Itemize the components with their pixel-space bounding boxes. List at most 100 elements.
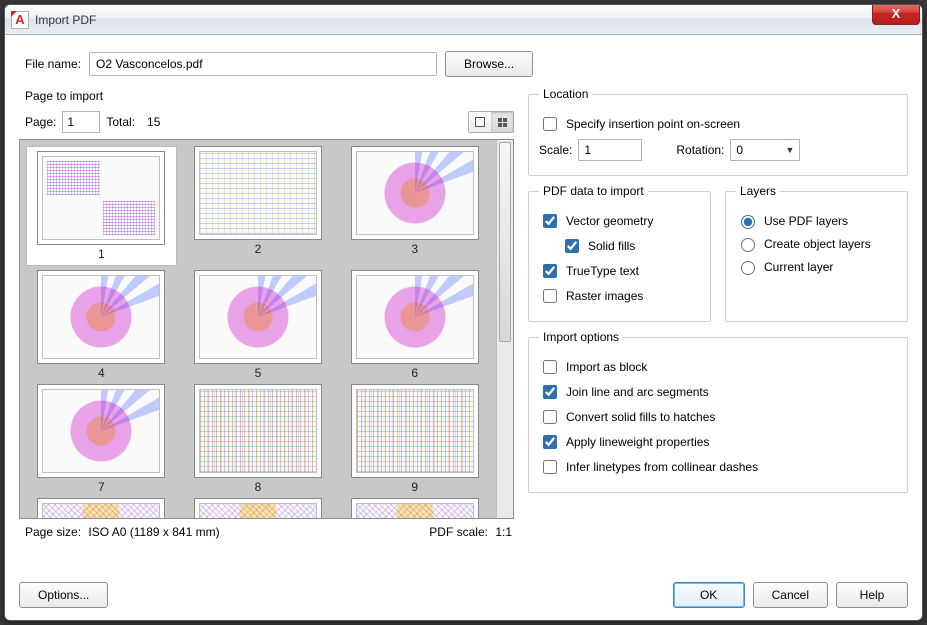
thumb-cell[interactable]: 9 [339,384,490,494]
page-footer: Page size: ISO A0 (1189 x 841 mm) PDF sc… [25,525,512,539]
raster-images-label: Raster images [566,289,643,303]
options-button[interactable]: Options... [19,582,108,608]
thumb-number: 1 [31,247,172,261]
thumb-cell[interactable] [183,498,334,519]
infer-linetypes-checkbox[interactable]: Infer linetypes from collinear dashes [539,457,897,477]
thumb-cell[interactable] [339,498,490,519]
thumb-number: 7 [26,480,177,494]
page-thumbnail [194,270,322,364]
cancel-button[interactable]: Cancel [753,582,828,608]
page-thumbnail [194,498,322,519]
help-button[interactable]: Help [836,582,908,608]
apply-lineweight-checkbox[interactable]: Apply lineweight properties [539,432,897,452]
thumb-number: 9 [339,480,490,494]
page-thumbnail [351,146,479,240]
rotation-combo[interactable]: 0 ▼ [730,139,800,161]
pdf-data-group: PDF data to import Vector geometry Solid… [528,184,711,322]
page-thumbnail [37,151,165,245]
total-label: Total: [106,115,135,129]
file-name-input[interactable] [89,52,437,76]
convert-solid-fills-label: Convert solid fills to hatches [566,410,715,424]
thumb-number: 6 [339,366,490,380]
thumbnail-scrollbar[interactable] [496,140,513,518]
apply-lineweight-label: Apply lineweight properties [566,435,709,449]
solid-fills-checkbox[interactable]: Solid fills [561,236,700,256]
thumb-cell[interactable]: 4 [26,270,177,380]
create-object-layers-label: Create object layers [764,237,871,251]
page-header: Page: Total: 15 [25,111,514,133]
import-as-block-checkbox[interactable]: Import as block [539,357,897,377]
import-as-block-label: Import as block [566,360,647,374]
truetype-text-checkbox[interactable]: TrueType text [539,261,700,281]
layers-title: Layers [736,184,780,198]
raster-images-checkbox[interactable]: Raster images [539,286,700,306]
thumb-number: 5 [183,366,334,380]
join-segments-checkbox[interactable]: Join line and arc segments [539,382,897,402]
page-to-import-title: Page to import [25,89,514,103]
file-row: File name: Browse... [25,51,908,77]
scale-rotation-row: Scale: Rotation: 0 ▼ [539,139,897,161]
thumb-cell[interactable]: 5 [183,270,334,380]
thumbnail-area: 1 2 3 4 [19,139,514,519]
use-pdf-layers-label: Use PDF layers [764,214,848,228]
thumb-cell[interactable]: 6 [339,270,490,380]
ok-button[interactable]: OK [673,582,745,608]
thumb-number: 2 [183,242,334,256]
page-thumbnail [37,270,165,364]
thumb-cell[interactable]: 2 [183,146,334,266]
import-pdf-dialog: A Import PDF X File name: Browse... Page… [4,4,923,621]
page-thumbnail [351,270,479,364]
layers-group: Layers Use PDF layers Create object laye… [725,184,908,322]
solid-fills-label: Solid fills [588,239,635,253]
page-number-input[interactable] [62,111,100,133]
page-size: Page size: ISO A0 (1189 x 841 mm) [25,525,220,539]
total-value: 15 [147,115,160,129]
scale-input[interactable] [578,139,642,161]
single-view-button[interactable] [469,112,491,132]
truetype-text-label: TrueType text [566,264,639,278]
import-options-group: Import options Import as block Join line… [528,330,908,493]
create-object-layers-radio[interactable]: Create object layers [736,235,897,252]
page-thumbnail [37,384,165,478]
button-row: Options... OK Cancel Help [19,572,908,608]
current-layer-radio[interactable]: Current layer [736,258,897,275]
thumb-cell[interactable] [26,498,177,519]
specify-insertion-label: Specify insertion point on-screen [566,117,740,131]
thumb-cell[interactable]: 1 [26,146,177,266]
grid-view-button[interactable] [491,112,513,132]
current-layer-label: Current layer [764,260,833,274]
file-name-label: File name: [25,57,81,71]
thumb-cell[interactable]: 8 [183,384,334,494]
location-title: Location [539,87,592,101]
convert-solid-fills-checkbox[interactable]: Convert solid fills to hatches [539,407,897,427]
scale-label: Scale: [539,143,572,157]
app-icon: A [11,11,29,29]
use-pdf-layers-radio[interactable]: Use PDF layers [736,212,897,229]
thumb-number: 3 [339,242,490,256]
single-view-icon [475,117,485,127]
specify-insertion-checkbox[interactable]: Specify insertion point on-screen [539,114,897,134]
titlebar: A Import PDF X [5,5,922,35]
browse-button[interactable]: Browse... [445,51,533,77]
main-columns: Page to import Page: Total: 15 [19,87,908,572]
scrollbar-handle[interactable] [499,142,511,342]
close-button[interactable]: X [872,4,920,25]
page-thumbnail [351,384,479,478]
import-options-title: Import options [539,330,623,344]
thumb-cell[interactable]: 3 [339,146,490,266]
grid-view-icon [498,118,507,127]
rotation-label: Rotation: [676,143,724,157]
rotation-value: 0 [736,143,743,157]
vector-geometry-checkbox[interactable]: Vector geometry [539,211,700,231]
thumbnail-grid: 1 2 3 4 [20,140,496,519]
join-segments-label: Join line and arc segments [566,385,709,399]
vector-geometry-label: Vector geometry [566,214,653,228]
dialog-body: File name: Browse... Page to import Page… [5,35,922,620]
right-panel: Location Specify insertion point on-scre… [528,87,908,572]
page-thumbnail [194,146,322,240]
thumb-number: 8 [183,480,334,494]
page-thumbnail [37,498,165,519]
thumb-cell[interactable]: 7 [26,384,177,494]
window-title: Import PDF [35,13,96,27]
view-toggle [468,111,514,133]
